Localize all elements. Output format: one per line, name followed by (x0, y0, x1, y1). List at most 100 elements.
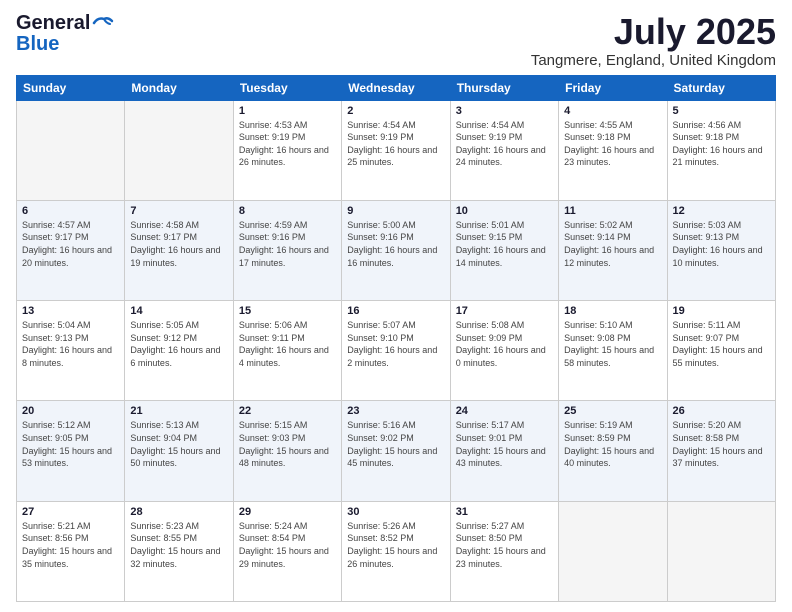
day-number: 1 (239, 105, 336, 117)
calendar-week-row: 6 Sunrise: 4:57 AMSunset: 9:17 PMDaylight… (17, 200, 776, 300)
day-number: 7 (130, 205, 227, 217)
day-info: Sunrise: 5:10 AMSunset: 9:08 PMDaylight:… (564, 319, 661, 369)
day-info: Sunrise: 5:20 AMSunset: 8:58 PMDaylight:… (673, 419, 770, 469)
day-info: Sunrise: 4:57 AMSunset: 9:17 PMDaylight:… (22, 219, 119, 269)
subtitle: Tangmere, England, United Kingdom (531, 52, 776, 69)
day-number: 18 (564, 305, 661, 317)
calendar-week-row: 1Sunrise: 4:53 AMSunset: 9:19 PMDaylight… (17, 100, 776, 200)
day-number: 4 (564, 105, 661, 117)
day-info: Sunrise: 5:06 AMSunset: 9:11 PMDaylight:… (239, 319, 336, 369)
day-info: Sunrise: 5:12 AMSunset: 9:05 PMDaylight:… (22, 419, 119, 469)
day-info: Sunrise: 5:05 AMSunset: 9:12 PMDaylight:… (130, 319, 227, 369)
header-friday: Friday (559, 75, 667, 100)
table-row: 29 Sunrise: 5:24 AMSunset: 8:54 PMDayligh… (233, 501, 341, 601)
main-title: July 2025 (531, 12, 776, 52)
table-row: 16 Sunrise: 5:07 AMSunset: 9:10 PMDayligh… (342, 301, 450, 401)
day-number: 26 (673, 405, 770, 417)
table-row: 27 Sunrise: 5:21 AMSunset: 8:56 PMDayligh… (17, 501, 125, 601)
table-row: 23Sunrise: 5:16 AMSunset: 9:02 PMDayligh… (342, 401, 450, 501)
table-row: 6 Sunrise: 4:57 AMSunset: 9:17 PMDaylight… (17, 200, 125, 300)
logo: General Blue (16, 12, 114, 56)
table-row: 1Sunrise: 4:53 AMSunset: 9:19 PMDaylight… (233, 100, 341, 200)
table-row: 10 Sunrise: 5:01 AMSunset: 9:15 PMDayligh… (450, 200, 558, 300)
table-row: 17 Sunrise: 5:08 AMSunset: 9:09 PMDayligh… (450, 301, 558, 401)
day-info: Sunrise: 4:55 AMSunset: 9:18 PMDaylight:… (564, 119, 661, 169)
day-info: Sunrise: 4:54 AMSunset: 9:19 PMDaylight:… (456, 119, 553, 169)
table-row: 26 Sunrise: 5:20 AMSunset: 8:58 PMDayligh… (667, 401, 775, 501)
page: General Blue July 2025 Tangmere, England… (0, 0, 792, 612)
day-number: 24 (456, 405, 553, 417)
day-number: 25 (564, 405, 661, 417)
day-info: Sunrise: 4:54 AMSunset: 9:19 PMDaylight:… (347, 119, 444, 169)
day-number: 12 (673, 205, 770, 217)
header-tuesday: Tuesday (233, 75, 341, 100)
day-number: 17 (456, 305, 553, 317)
day-number: 23 (347, 405, 444, 417)
day-number: 5 (673, 105, 770, 117)
day-info: Sunrise: 5:13 AMSunset: 9:04 PMDaylight:… (130, 419, 227, 469)
day-info: Sunrise: 5:11 AMSunset: 9:07 PMDaylight:… (673, 319, 770, 369)
day-number: 8 (239, 205, 336, 217)
table-row: 14 Sunrise: 5:05 AMSunset: 9:12 PMDayligh… (125, 301, 233, 401)
table-row: 30 Sunrise: 5:26 AMSunset: 8:52 PMDayligh… (342, 501, 450, 601)
calendar-week-row: 27 Sunrise: 5:21 AMSunset: 8:56 PMDayligh… (17, 501, 776, 601)
header-saturday: Saturday (667, 75, 775, 100)
day-number: 30 (347, 506, 444, 518)
day-number: 11 (564, 205, 661, 217)
table-row: 3 Sunrise: 4:54 AMSunset: 9:19 PMDaylight… (450, 100, 558, 200)
day-info: Sunrise: 5:26 AMSunset: 8:52 PMDaylight:… (347, 520, 444, 570)
table-row: 5 Sunrise: 4:56 AMSunset: 9:18 PMDaylight… (667, 100, 775, 200)
day-info: Sunrise: 5:08 AMSunset: 9:09 PMDaylight:… (456, 319, 553, 369)
calendar-week-row: 13Sunrise: 5:04 AMSunset: 9:13 PMDayligh… (17, 301, 776, 401)
table-row: 18 Sunrise: 5:10 AMSunset: 9:08 PMDayligh… (559, 301, 667, 401)
table-row: 11Sunrise: 5:02 AMSunset: 9:14 PMDayligh… (559, 200, 667, 300)
day-info: Sunrise: 5:15 AMSunset: 9:03 PMDaylight:… (239, 419, 336, 469)
logo-bird-icon (92, 15, 114, 31)
header-monday: Monday (125, 75, 233, 100)
table-row: 25Sunrise: 5:19 AMSunset: 8:59 PMDayligh… (559, 401, 667, 501)
day-number: 29 (239, 506, 336, 518)
header-thursday: Thursday (450, 75, 558, 100)
day-info: Sunrise: 4:59 AMSunset: 9:16 PMDaylight:… (239, 219, 336, 269)
day-number: 10 (456, 205, 553, 217)
calendar-header-row: Sunday Monday Tuesday Wednesday Thursday… (17, 75, 776, 100)
day-info: Sunrise: 5:17 AMSunset: 9:01 PMDaylight:… (456, 419, 553, 469)
day-number: 9 (347, 205, 444, 217)
day-info: Sunrise: 5:27 AMSunset: 8:50 PMDaylight:… (456, 520, 553, 570)
day-number: 16 (347, 305, 444, 317)
day-number: 27 (22, 506, 119, 518)
calendar-week-row: 20 Sunrise: 5:12 AMSunset: 9:05 PMDayligh… (17, 401, 776, 501)
day-number: 20 (22, 405, 119, 417)
day-info: Sunrise: 4:56 AMSunset: 9:18 PMDaylight:… (673, 119, 770, 169)
day-number: 14 (130, 305, 227, 317)
day-info: Sunrise: 5:03 AMSunset: 9:13 PMDaylight:… (673, 219, 770, 269)
day-info: Sunrise: 5:21 AMSunset: 8:56 PMDaylight:… (22, 520, 119, 570)
table-row (559, 501, 667, 601)
table-row: 8 Sunrise: 4:59 AMSunset: 9:16 PMDaylight… (233, 200, 341, 300)
day-number: 19 (673, 305, 770, 317)
day-number: 22 (239, 405, 336, 417)
table-row: 24 Sunrise: 5:17 AMSunset: 9:01 PMDayligh… (450, 401, 558, 501)
day-number: 31 (456, 506, 553, 518)
logo-general: General (16, 12, 90, 35)
table-row (125, 100, 233, 200)
table-row: 7Sunrise: 4:58 AMSunset: 9:17 PMDaylight… (125, 200, 233, 300)
table-row: 4 Sunrise: 4:55 AMSunset: 9:18 PMDaylight… (559, 100, 667, 200)
header-sunday: Sunday (17, 75, 125, 100)
day-info: Sunrise: 5:23 AMSunset: 8:55 PMDaylight:… (130, 520, 227, 570)
table-row: 19 Sunrise: 5:11 AMSunset: 9:07 PMDayligh… (667, 301, 775, 401)
day-info: Sunrise: 5:01 AMSunset: 9:15 PMDaylight:… (456, 219, 553, 269)
table-row: 15Sunrise: 5:06 AMSunset: 9:11 PMDayligh… (233, 301, 341, 401)
day-number: 28 (130, 506, 227, 518)
calendar-table: Sunday Monday Tuesday Wednesday Thursday… (16, 75, 776, 602)
day-info: Sunrise: 5:24 AMSunset: 8:54 PMDaylight:… (239, 520, 336, 570)
header: General Blue July 2025 Tangmere, England… (16, 12, 776, 69)
table-row: 12 Sunrise: 5:03 AMSunset: 9:13 PMDayligh… (667, 200, 775, 300)
day-number: 6 (22, 205, 119, 217)
table-row: 13Sunrise: 5:04 AMSunset: 9:13 PMDayligh… (17, 301, 125, 401)
logo-blue: Blue (16, 33, 59, 56)
table-row: 28 Sunrise: 5:23 AMSunset: 8:55 PMDayligh… (125, 501, 233, 601)
day-number: 3 (456, 105, 553, 117)
day-number: 21 (130, 405, 227, 417)
day-info: Sunrise: 5:07 AMSunset: 9:10 PMDaylight:… (347, 319, 444, 369)
